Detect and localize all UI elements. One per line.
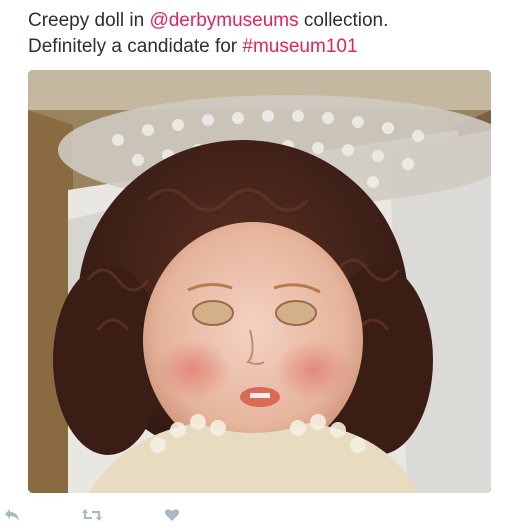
retweet-button[interactable] — [80, 504, 104, 526]
tweet-text-line2: Definitely a candidate for — [28, 36, 243, 57]
doll-photo-illustration — [28, 70, 491, 493]
like-button[interactable] — [160, 504, 184, 526]
tweet-photo[interactable] — [28, 70, 491, 493]
hashtag-link[interactable]: #museum101 — [242, 36, 357, 57]
tweet-text-prefix: Creepy doll in — [28, 10, 150, 31]
reply-button[interactable] — [0, 504, 24, 526]
mention-link[interactable]: @derbymuseums — [149, 10, 298, 31]
tweet-text-middle: collection. — [298, 10, 389, 31]
retweet-icon — [82, 509, 102, 521]
reply-icon — [5, 509, 19, 521]
tweet-actions — [0, 500, 508, 528]
tweet-text: Creepy doll in @derbymuseums collection.… — [28, 8, 498, 60]
like-icon — [165, 509, 179, 521]
